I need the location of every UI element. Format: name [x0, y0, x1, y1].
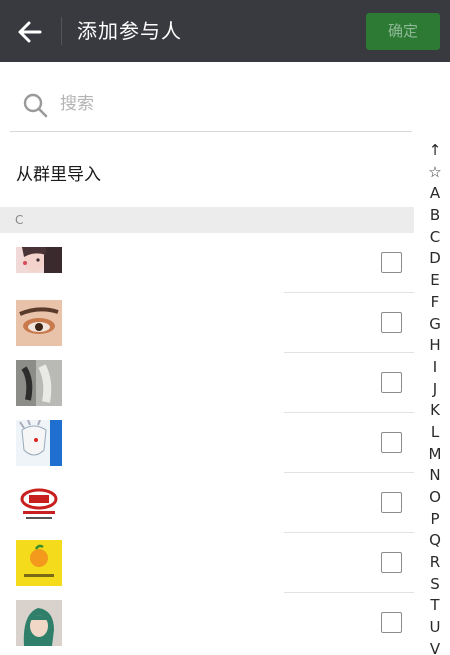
- avatar: [16, 420, 62, 466]
- header-divider: [61, 17, 62, 45]
- index-letter[interactable]: G: [424, 314, 446, 336]
- select-checkbox[interactable]: [381, 312, 402, 333]
- index-letter[interactable]: ↑: [424, 140, 446, 162]
- index-letter[interactable]: T: [424, 595, 446, 617]
- avatar: [16, 480, 62, 526]
- index-letter[interactable]: D: [424, 248, 446, 270]
- index-letter[interactable]: V: [424, 639, 446, 655]
- index-letter[interactable]: U: [424, 617, 446, 639]
- section-letter: C: [15, 213, 24, 227]
- select-checkbox[interactable]: [381, 252, 402, 273]
- select-checkbox[interactable]: [381, 372, 402, 393]
- contact-row[interactable]: [0, 533, 414, 593]
- index-letter[interactable]: P: [424, 509, 446, 531]
- import-from-group[interactable]: 从群里导入: [16, 162, 101, 188]
- avatar: [16, 247, 62, 273]
- select-checkbox[interactable]: [381, 492, 402, 513]
- search-input[interactable]: [60, 90, 390, 118]
- section-header: C: [0, 207, 414, 233]
- index-letter[interactable]: E: [424, 270, 446, 292]
- alphabet-index-bar[interactable]: ↑ ☆ A B C D E F G H I J K L M N O P Q R S T U V: [424, 140, 446, 655]
- index-letter[interactable]: F: [424, 292, 446, 314]
- contact-row[interactable]: [0, 473, 414, 533]
- index-letter[interactable]: L: [424, 422, 446, 444]
- index-letter[interactable]: J: [424, 379, 446, 401]
- index-letter[interactable]: M: [424, 444, 446, 466]
- index-letter[interactable]: S: [424, 574, 446, 596]
- index-letter[interactable]: A: [424, 183, 446, 205]
- search-bar: [10, 76, 412, 132]
- page-title: 添加参与人: [77, 19, 182, 43]
- index-letter[interactable]: C: [424, 227, 446, 249]
- top-bar: 添加参与人 确定: [0, 0, 450, 62]
- index-letter[interactable]: B: [424, 205, 446, 227]
- index-letter[interactable]: O: [424, 487, 446, 509]
- index-letter[interactable]: H: [424, 335, 446, 357]
- select-checkbox[interactable]: [381, 552, 402, 573]
- contact-row[interactable]: [0, 233, 414, 293]
- select-checkbox[interactable]: [381, 432, 402, 453]
- contact-row[interactable]: [0, 413, 414, 473]
- index-letter[interactable]: Q: [424, 530, 446, 552]
- select-checkbox[interactable]: [381, 612, 402, 633]
- index-letter[interactable]: ☆: [424, 162, 446, 184]
- index-letter[interactable]: R: [424, 552, 446, 574]
- back-arrow-icon[interactable]: [12, 14, 48, 50]
- confirm-button[interactable]: 确定: [366, 13, 440, 50]
- avatar: [16, 600, 62, 646]
- index-letter[interactable]: K: [424, 400, 446, 422]
- add-participants-screen: 添加参与人 确定 从群里导入 C: [0, 0, 450, 655]
- contact-row[interactable]: [0, 293, 414, 353]
- contact-row[interactable]: [0, 353, 414, 413]
- avatar: [16, 300, 62, 346]
- avatar: [16, 360, 62, 406]
- avatar: [16, 540, 62, 586]
- search-icon: [22, 92, 48, 118]
- index-letter[interactable]: N: [424, 465, 446, 487]
- index-letter[interactable]: I: [424, 357, 446, 379]
- contact-row[interactable]: [0, 593, 414, 653]
